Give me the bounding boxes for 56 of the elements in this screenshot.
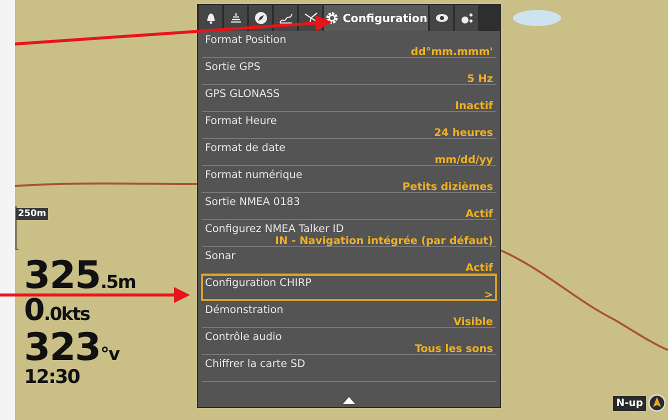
settings-icon <box>324 11 339 25</box>
setting-value: Visible <box>453 316 493 328</box>
setting-label: Chiffrer la carte SD <box>205 358 306 370</box>
setting-value: 5 Hz <box>467 73 493 85</box>
data-reading: 12:30 <box>24 368 80 387</box>
setting-label: Format Position <box>205 34 286 46</box>
compass-icon <box>254 11 268 25</box>
chart-icon <box>278 11 292 25</box>
menu-item[interactable]: Sonar Actif <box>201 247 497 274</box>
setting-label: Sortie NMEA 0183 <box>205 196 300 208</box>
menu-item[interactable]: Sortie NMEA 0183 Actif <box>201 193 497 220</box>
menu-item[interactable]: Démonstration Visible <box>201 301 497 328</box>
menu-item[interactable]: Format de date mm/dd/yy <box>201 139 497 166</box>
menu-item[interactable]: GPS GLONASS Inactif <box>201 85 497 112</box>
data-reading: 325.5m <box>24 256 136 294</box>
eye-icon <box>434 11 448 25</box>
menu-item[interactable]: Configurez NMEA Talker ID IN - Navigation intégrée (par défaut) <box>201 220 497 247</box>
data-reading: 0.0kts <box>24 296 91 326</box>
menu-item[interactable]: Configuration CHIRP > <box>201 274 497 301</box>
data-reading: 323°v <box>24 328 121 366</box>
setting-label: Format numérique <box>205 169 302 181</box>
setting-value: Tous les sons <box>414 343 493 355</box>
setting-value: Inactif <box>455 100 493 112</box>
menu-tab[interactable] <box>199 5 222 31</box>
menu-item[interactable]: Format Heure 24 heures <box>201 112 497 139</box>
menu-item[interactable]: Format numérique Petits dizièmes <box>201 166 497 193</box>
setting-label: Format Heure <box>205 115 277 127</box>
menu-item[interactable]: Format Position dd°mm.mmm' <box>201 31 497 58</box>
orientation-label[interactable]: N-up <box>613 396 646 410</box>
configuration-tab[interactable]: Configuration <box>324 5 428 31</box>
setting-value: Petits dizièmes <box>402 181 493 193</box>
map-scale: 250m <box>16 208 48 220</box>
setting-value: > <box>484 289 493 301</box>
sonar-icon <box>228 11 242 25</box>
menu-item[interactable]: Contrôle audio Tous les sons <box>201 328 497 355</box>
setting-value: 24 heures <box>434 127 493 139</box>
setting-label: Démonstration <box>205 304 284 316</box>
scale-bar-icon <box>15 206 19 250</box>
setting-label: Configurez NMEA Talker ID <box>205 223 344 235</box>
setting-label: Sonar <box>205 250 236 262</box>
setting-label: Configuration CHIRP <box>205 277 312 289</box>
dots-icon <box>460 11 474 25</box>
setting-label: Contrôle audio <box>205 331 282 343</box>
setting-value: Actif <box>465 208 493 220</box>
setting-label: GPS GLONASS <box>205 88 280 100</box>
menu-tab[interactable] <box>455 5 478 31</box>
setting-value: dd°mm.mmm' <box>410 46 493 58</box>
menu-item[interactable]: Chiffrer la carte SD <box>201 355 497 382</box>
menu-item[interactable]: Sortie GPS 5 Hz <box>201 58 497 85</box>
setting-value: IN - Navigation intégrée (par défaut) <box>275 235 493 247</box>
setting-value: mm/dd/yy <box>434 154 493 166</box>
menu-tab[interactable] <box>430 5 453 31</box>
scroll-up-icon[interactable] <box>343 396 355 404</box>
setting-label: Sortie GPS <box>205 61 260 73</box>
setting-value: Actif <box>465 262 493 274</box>
setting-label: Format de date <box>205 142 286 154</box>
